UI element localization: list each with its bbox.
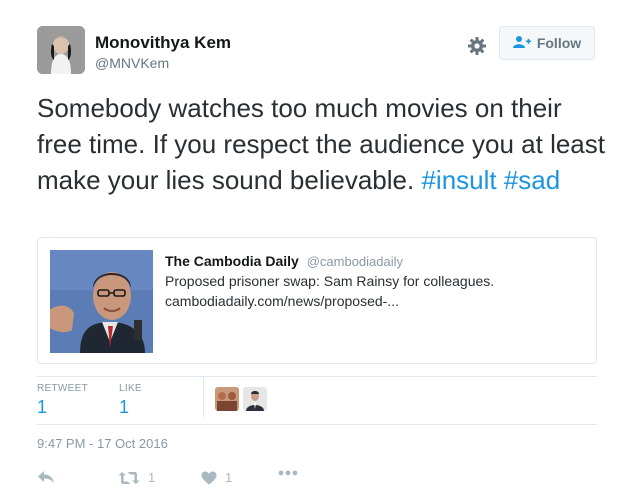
liker-avatar-2[interactable] xyxy=(243,387,267,411)
add-user-icon xyxy=(512,35,531,52)
tweet-header: Monovithya Kem @MNVKem Follow xyxy=(37,26,598,76)
card-source: The Cambodia Daily @cambodiadaily xyxy=(165,253,403,269)
follow-button[interactable]: Follow xyxy=(499,26,595,60)
retweet-icon xyxy=(118,471,140,485)
retweet-action-count: 1 xyxy=(148,470,156,485)
stats-separator xyxy=(203,377,204,417)
reply-icon xyxy=(37,470,55,484)
more-dots-icon xyxy=(278,470,298,476)
stats-top-divider xyxy=(37,376,597,377)
retweet-stat-count[interactable]: 1 xyxy=(37,397,47,418)
tweet-text: Somebody watches too much movies on thei… xyxy=(37,90,607,198)
like-stat-count[interactable]: 1 xyxy=(119,397,129,418)
card-source-handle[interactable]: @cambodiadaily xyxy=(307,254,403,269)
card-thumbnail[interactable] xyxy=(50,250,153,353)
card-url[interactable]: cambodiadaily.com/news/proposed-... xyxy=(165,293,399,309)
like-action-count: 1 xyxy=(225,470,233,485)
reply-button[interactable] xyxy=(37,470,55,484)
heart-icon xyxy=(201,471,217,485)
liker-avatar-1[interactable] xyxy=(215,387,239,411)
card-title: Proposed prisoner swap: Sam Rainsy for c… xyxy=(165,273,495,289)
hashtag-insult[interactable]: #insult xyxy=(421,165,496,195)
more-options-button[interactable] xyxy=(278,470,298,476)
retweet-stat-label: RETWEET xyxy=(37,383,88,394)
link-card[interactable]: The Cambodia Daily @cambodiadaily Propos… xyxy=(37,237,597,364)
gear-icon[interactable] xyxy=(467,36,487,56)
follow-label: Follow xyxy=(536,35,582,51)
like-button[interactable]: 1 xyxy=(201,470,232,485)
retweet-button[interactable]: 1 xyxy=(118,470,155,485)
user-avatar[interactable] xyxy=(37,26,85,74)
hashtag-sad[interactable]: #sad xyxy=(504,165,560,195)
user-name[interactable]: Monovithya Kem xyxy=(95,33,231,53)
card-source-name[interactable]: The Cambodia Daily xyxy=(165,253,299,269)
user-handle[interactable]: @MNVKem xyxy=(95,55,169,71)
tweet-timestamp[interactable]: 9:47 PM - 17 Oct 2016 xyxy=(37,436,168,451)
like-stat-label: LIKE xyxy=(119,383,142,394)
stats-bottom-divider xyxy=(37,424,597,425)
